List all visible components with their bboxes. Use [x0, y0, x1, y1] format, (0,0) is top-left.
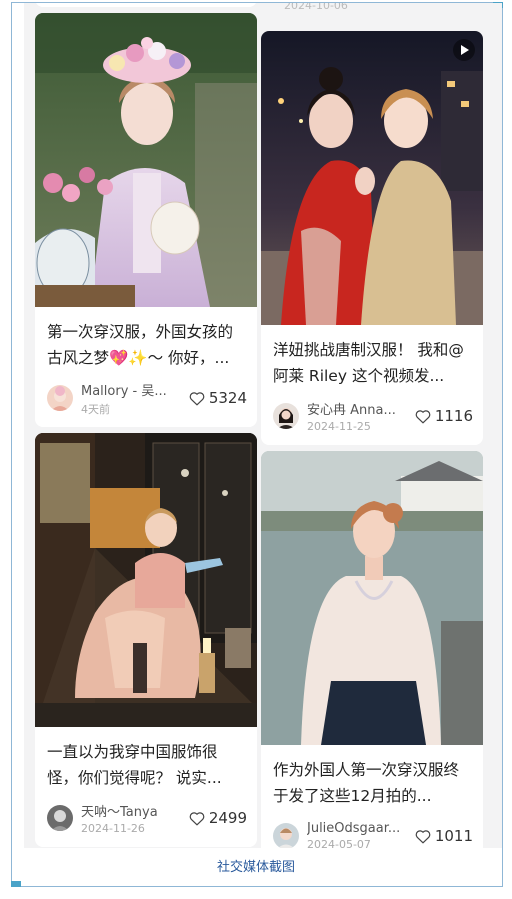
like-count: 1116: [434, 407, 473, 425]
hanfu-photo-4: [261, 451, 483, 745]
post-meta: 天呐～Tanya 2024-11-26 2499: [35, 791, 257, 847]
post-title[interactable]: 一直以为我穿中国服饰很怪，你们觉得呢？ 说实...: [35, 727, 257, 791]
like-button[interactable]: 2499: [189, 809, 247, 827]
post-meta: 安心冉 Anna... 2024-11-25 1116: [261, 389, 483, 445]
post-date: 2024-11-26: [81, 822, 145, 835]
screenshot-frame: 第一次穿汉服，外国女孩的古风之梦💖✨～ 你好，... Mallory - 吴..…: [11, 2, 503, 887]
post-card[interactable]: 作为外国人第一次穿汉服终于发了这些12月拍的... JulieOdsgaar..…: [261, 451, 483, 848]
heart-icon: [415, 409, 431, 423]
post-card[interactable]: [35, 3, 257, 7]
video-indicator: [453, 39, 475, 61]
frame-corner-marker: [11, 881, 21, 887]
like-count: 1011: [434, 827, 473, 845]
post-card[interactable]: 一直以为我穿中国服饰很怪，你们觉得呢？ 说实... 天呐～Tanya 2024-…: [35, 433, 257, 847]
post-image[interactable]: [35, 13, 257, 307]
author-name[interactable]: 天呐～Tanya: [81, 801, 177, 820]
post-image[interactable]: [261, 451, 483, 745]
like-button[interactable]: 1011: [415, 827, 473, 845]
figure-caption: 社交媒体截图: [216, 860, 295, 875]
like-count: 5324: [208, 389, 247, 407]
author-name[interactable]: JulieOdsgaar...: [307, 821, 403, 836]
avatar[interactable]: [47, 385, 73, 411]
post-meta: Mallory - 吴... 4天前 5324: [35, 371, 257, 427]
post-card[interactable]: 洋妞挑战唐制汉服！ 我和@阿莱 Riley 这个视频发... 安心冉 Anna.…: [261, 31, 483, 445]
heart-icon: [189, 811, 205, 825]
hanfu-photo-2: [261, 31, 483, 325]
post-feed[interactable]: 第一次穿汉服，外国女孩的古风之梦💖✨～ 你好，... Mallory - 吴..…: [12, 3, 502, 848]
author-name[interactable]: 安心冉 Anna...: [307, 399, 403, 418]
post-date: 2024-05-07: [307, 838, 371, 848]
post-title[interactable]: 洋妞挑战唐制汉服！ 我和@阿莱 Riley 这个视频发...: [261, 325, 483, 389]
post-title[interactable]: 第一次穿汉服，外国女孩的古风之梦💖✨～ 你好，...: [35, 307, 257, 371]
post-card[interactable]: 第一次穿汉服，外国女孩的古风之梦💖✨～ 你好，... Mallory - 吴..…: [35, 13, 257, 427]
feed-column-left: 第一次穿汉服，外国女孩的古风之梦💖✨～ 你好，... Mallory - 吴..…: [35, 3, 257, 847]
post-title[interactable]: 作为外国人第一次穿汉服终于发了这些12月拍的...: [261, 745, 483, 809]
author-name[interactable]: Mallory - 吴...: [81, 380, 177, 399]
post-meta: JulieOdsgaar... 2024-05-07 1011: [261, 809, 483, 848]
post-date: 4天前: [81, 402, 110, 416]
heart-icon: [415, 829, 431, 843]
stub-date: 2024-10-06: [284, 3, 348, 12]
post-image[interactable]: [35, 433, 257, 727]
avatar[interactable]: [47, 805, 73, 831]
like-button[interactable]: 5324: [189, 389, 247, 407]
feed-column-right: 洋妞挑战唐制汉服！ 我和@阿莱 Riley 这个视频发... 安心冉 Anna.…: [261, 31, 483, 848]
like-count: 2499: [208, 809, 247, 827]
avatar[interactable]: [273, 403, 299, 429]
hanfu-photo-3: [35, 433, 257, 727]
post-date: 2024-11-25: [307, 420, 371, 433]
heart-icon: [189, 391, 205, 405]
play-icon: [461, 45, 469, 55]
previous-post-stub: 2024-10-06: [284, 3, 348, 12]
like-button[interactable]: 1116: [415, 407, 473, 425]
avatar[interactable]: [273, 823, 299, 848]
hanfu-photo-1: [35, 13, 257, 307]
post-image[interactable]: [261, 31, 483, 325]
